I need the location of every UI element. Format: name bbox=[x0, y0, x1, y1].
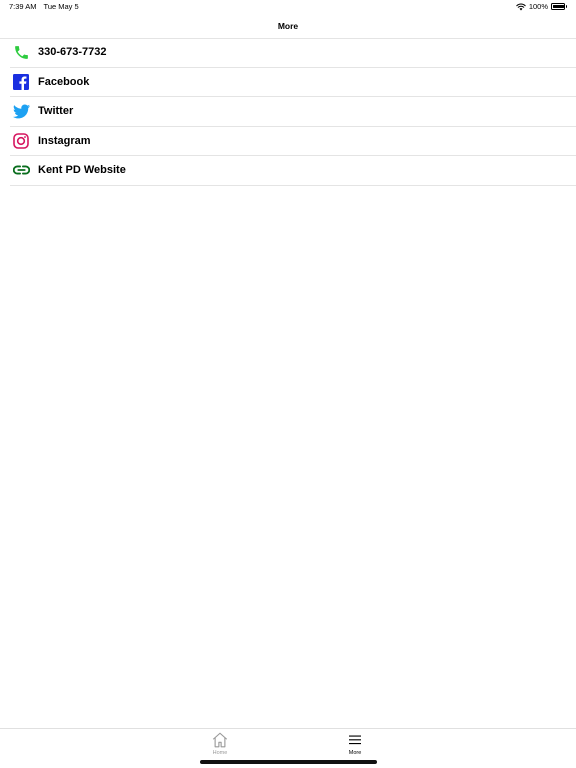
status-time: 7:39 AM bbox=[9, 2, 37, 11]
list-item-facebook[interactable]: Facebook bbox=[10, 68, 576, 97]
facebook-icon bbox=[12, 73, 30, 91]
battery-icon bbox=[551, 3, 565, 10]
list-item-label: Twitter bbox=[38, 105, 74, 118]
tab-more[interactable]: More bbox=[325, 731, 385, 756]
twitter-icon bbox=[12, 102, 30, 120]
hamburger-menu-icon bbox=[349, 735, 361, 745]
list-item-label: Instagram bbox=[38, 134, 91, 147]
status-date: Tue May 5 bbox=[43, 2, 79, 11]
list-item-label: Facebook bbox=[38, 75, 90, 88]
battery-tip bbox=[566, 5, 567, 8]
tab-home[interactable]: Home bbox=[190, 731, 250, 756]
wifi-icon bbox=[516, 3, 526, 10]
home-indicator[interactable] bbox=[200, 760, 377, 764]
list-item-label: Kent PD Website bbox=[38, 164, 126, 177]
status-bar: 7:39 AM Tue May 5 100% bbox=[0, 0, 576, 14]
list-item-label: 330-673-7732 bbox=[38, 46, 107, 59]
status-right: 100% bbox=[516, 2, 567, 11]
battery-fill bbox=[552, 4, 564, 9]
status-left: 7:39 AM Tue May 5 bbox=[9, 2, 79, 11]
phone-icon bbox=[12, 43, 30, 61]
link-icon bbox=[12, 161, 30, 179]
list-item-phone[interactable]: 330-673-7732 bbox=[10, 38, 576, 68]
screen: 7:39 AM Tue May 5 100% More 330-673-7732… bbox=[0, 0, 576, 768]
battery-percent: 100% bbox=[528, 2, 548, 11]
tab-label: Home bbox=[212, 750, 228, 756]
list-item-instagram[interactable]: Instagram bbox=[10, 127, 576, 156]
page-title: More bbox=[277, 21, 299, 31]
list-item-website[interactable]: Kent PD Website bbox=[10, 156, 576, 186]
list-item-twitter[interactable]: Twitter bbox=[10, 97, 576, 127]
instagram-icon bbox=[12, 132, 30, 150]
more-list: 330-673-7732 Facebook Twitter Instagram … bbox=[0, 38, 576, 186]
navigation-bar: More bbox=[0, 14, 576, 39]
tab-label: More bbox=[348, 750, 362, 756]
house-icon bbox=[212, 732, 228, 748]
